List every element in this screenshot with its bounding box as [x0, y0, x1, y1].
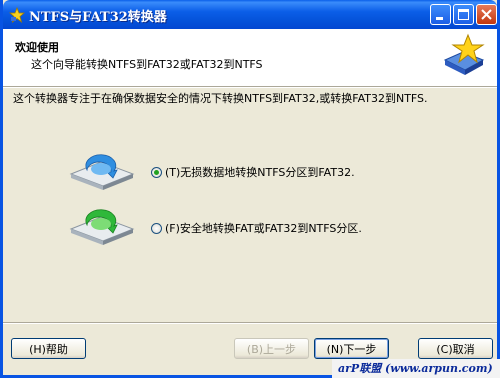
- close-icon: [481, 9, 492, 20]
- option-ntfs-to-fat32[interactable]: (T)无损数据地转换NTFS分区到FAT32.: [151, 164, 355, 180]
- option-fat-to-ntfs[interactable]: (F)安全地转换FAT或FAT32到NTFS分区.: [151, 220, 362, 236]
- minimize-button[interactable]: [430, 4, 451, 25]
- drive-convert-icon-blue: [69, 154, 135, 190]
- option-ntfs-to-fat32-label: (T)无损数据地转换NTFS分区到FAT32.: [165, 166, 355, 179]
- app-star-icon: [9, 7, 25, 23]
- site-watermark: arP联盟 (www.arpun.com): [332, 359, 500, 378]
- cancel-button[interactable]: (C)取消: [418, 338, 493, 359]
- description-text: 这个转换器专注于在确保数据安全的情况下转换NTFS到FAT32,或转换FAT32…: [13, 92, 428, 105]
- back-button[interactable]: (B)上一步: [234, 338, 309, 359]
- option-fat-to-ntfs-label: (F)安全地转换FAT或FAT32到NTFS分区.: [165, 222, 362, 235]
- maximize-icon: [458, 9, 469, 20]
- maximize-button[interactable]: [453, 4, 474, 25]
- title-bar[interactable]: NTFS与FAT32转换器: [3, 0, 497, 29]
- radio-fat-to-ntfs[interactable]: [151, 222, 162, 234]
- header-separator: [3, 87, 497, 88]
- next-button[interactable]: (N)下一步: [314, 338, 389, 359]
- minimize-icon: [436, 17, 443, 20]
- window-title: NTFS与FAT32转换器: [29, 10, 167, 25]
- radio-ntfs-to-fat32[interactable]: [151, 166, 162, 178]
- header-subtitle: 这个向导能转换NTFS到FAT32或FAT32到NTFS: [31, 58, 263, 71]
- drive-convert-icon-green: [69, 209, 135, 245]
- help-button[interactable]: (H)帮助: [11, 338, 86, 359]
- wizard-window: NTFS与FAT32转换器 欢迎使用 这个向导能转换NTFS到FAT32或FAT…: [0, 0, 500, 378]
- header-title: 欢迎使用: [15, 41, 59, 54]
- converter-star-icon: [443, 33, 485, 75]
- footer-separator-highlight: [3, 323, 497, 324]
- close-button[interactable]: [476, 4, 497, 25]
- wizard-header: 欢迎使用 这个向导能转换NTFS到FAT32或FAT32到NTFS: [3, 29, 497, 87]
